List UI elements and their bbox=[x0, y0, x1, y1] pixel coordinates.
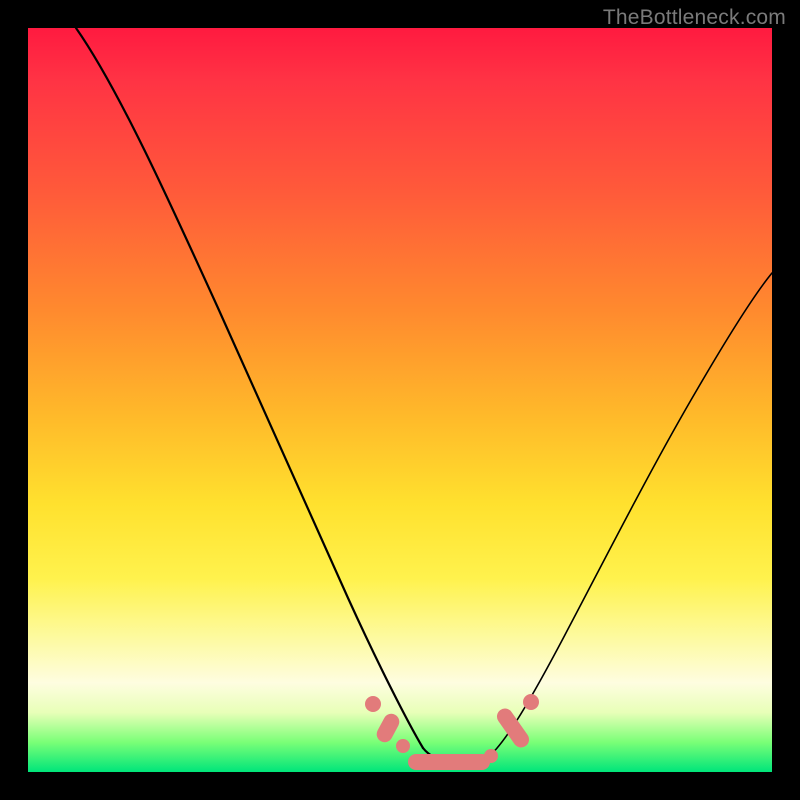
marker-dot-3 bbox=[484, 749, 498, 763]
curve-left-branch bbox=[76, 28, 423, 748]
marker-dot-1 bbox=[365, 696, 381, 712]
plot-area bbox=[28, 28, 772, 772]
watermark-text: TheBottleneck.com bbox=[603, 6, 786, 30]
marker-pill-2 bbox=[408, 754, 490, 770]
marker-pill-1 bbox=[374, 711, 402, 745]
markers-group bbox=[365, 694, 539, 770]
curve-right-branch bbox=[486, 273, 772, 759]
curve-svg bbox=[28, 28, 772, 772]
marker-dot-4 bbox=[523, 694, 539, 710]
marker-dot-2 bbox=[396, 739, 410, 753]
chart-frame: TheBottleneck.com bbox=[0, 0, 800, 800]
